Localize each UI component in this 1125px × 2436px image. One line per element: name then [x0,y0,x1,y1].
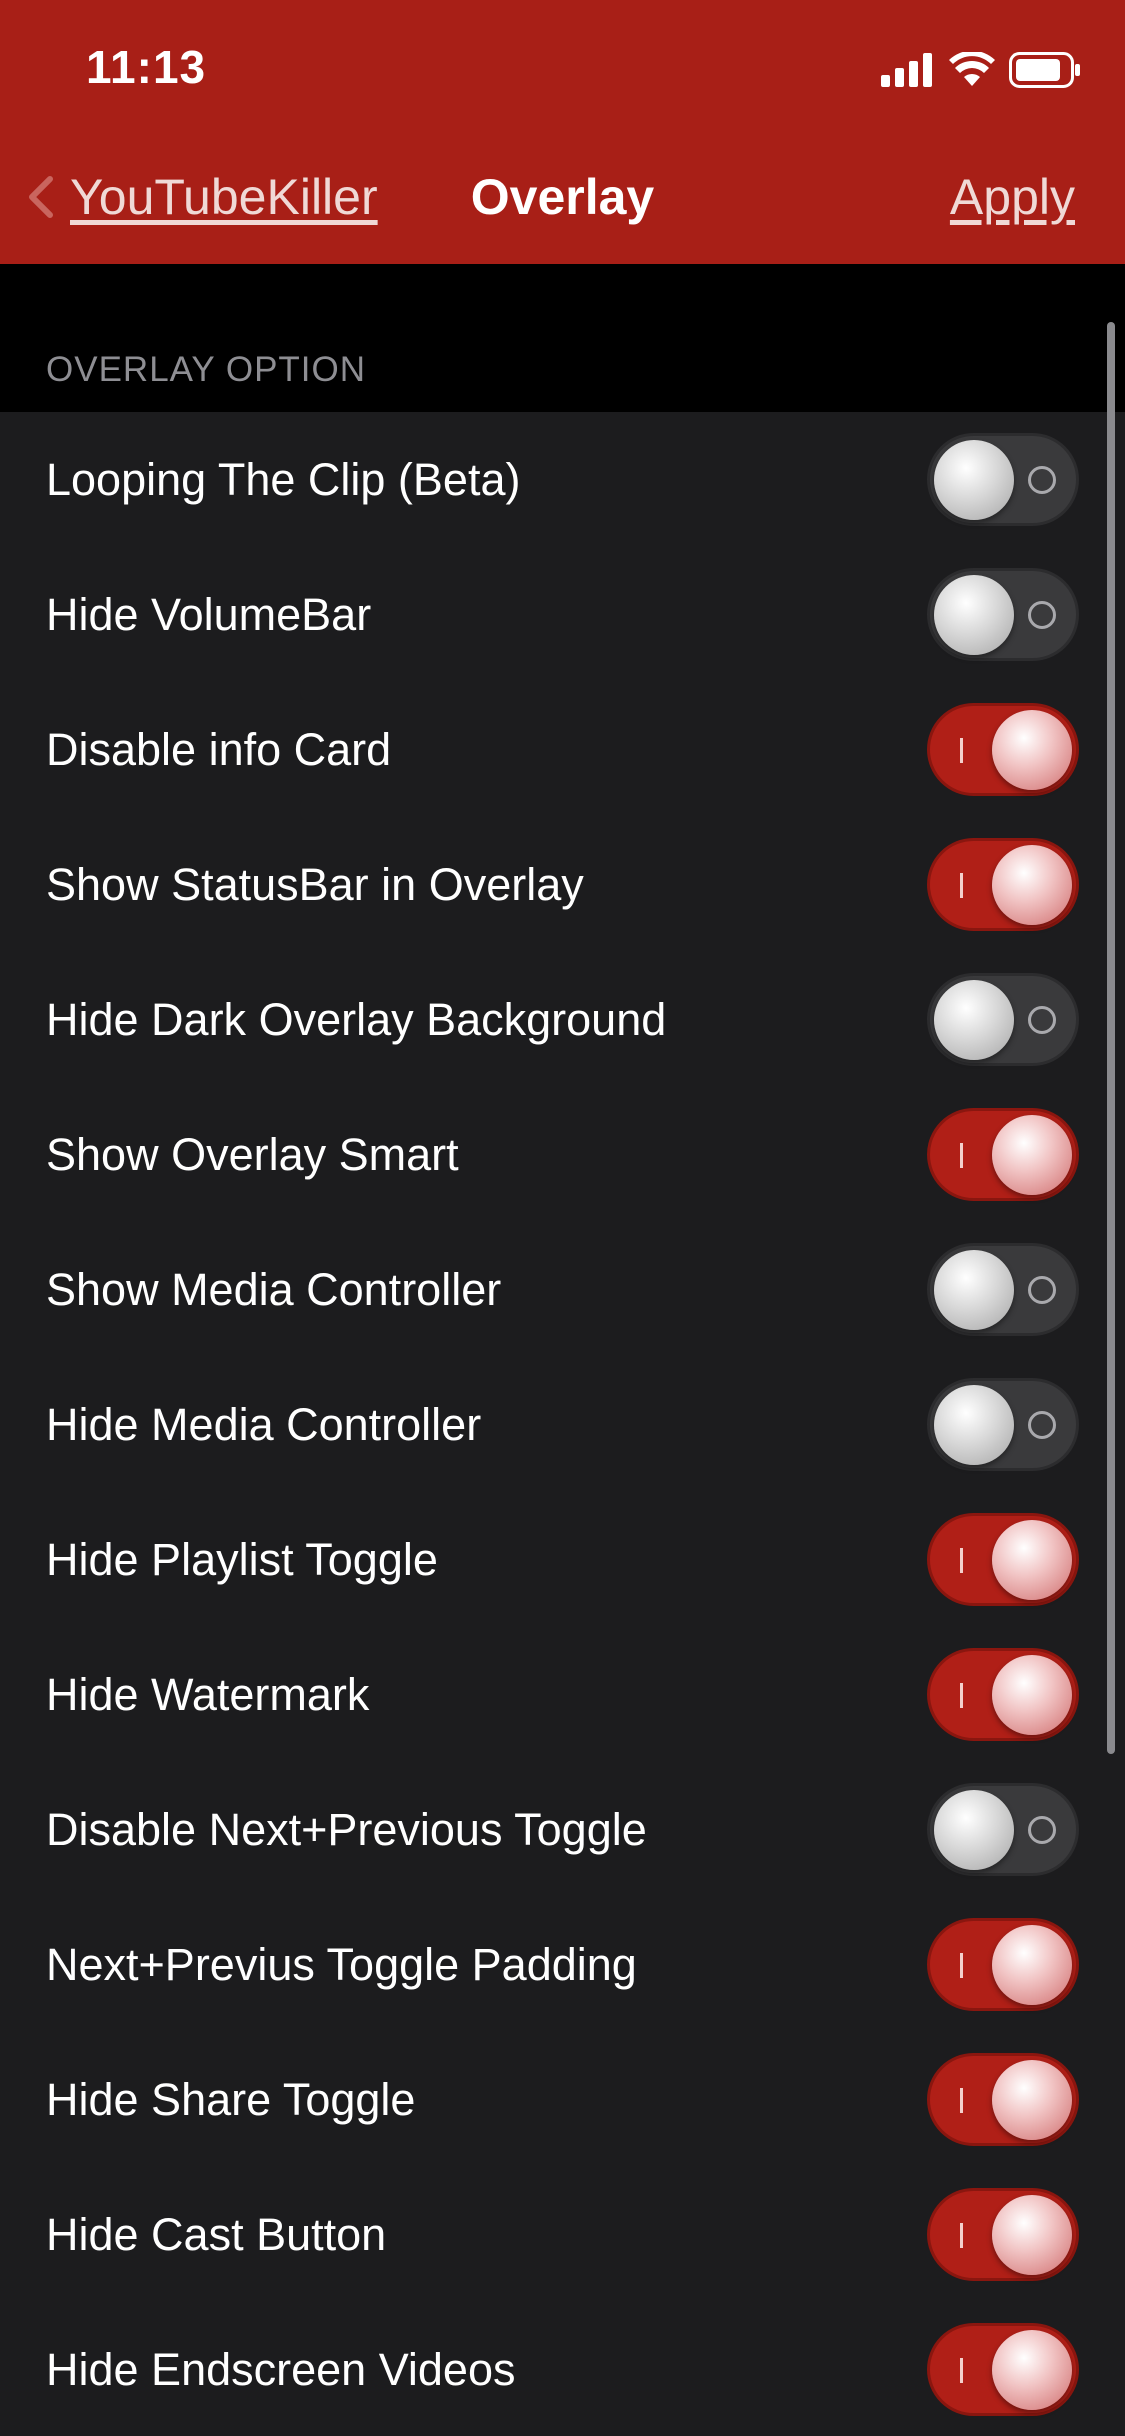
toggle-on-mark-icon [960,1953,963,1978]
toggle-on-mark-icon [960,873,963,898]
option-label: Hide Endscreen Videos [46,2343,516,2395]
status-icons [881,48,1081,92]
battery-icon [1009,52,1081,88]
toggle-on-mark-icon [960,2088,963,2113]
option-row[interactable]: Hide Cast Button [0,2167,1125,2302]
toggle-knob [992,1655,1072,1735]
option-toggle[interactable] [927,2053,1079,2146]
options-list: Looping The Clip (Beta) Hide VolumeBar D… [0,412,1125,2436]
toggle-off-mark-icon [1028,1411,1056,1439]
option-label: Disable Next+Previous Toggle [46,1803,647,1855]
option-toggle[interactable] [927,1378,1079,1471]
toggle-off-mark-icon [1028,1006,1056,1034]
option-label: Hide Cast Button [46,2208,387,2260]
option-row[interactable]: Show Media Controller [0,1222,1125,1357]
option-row[interactable]: Hide Media Controller [0,1357,1125,1492]
page-title-text: Overlay [470,169,655,225]
option-row[interactable]: Hide VolumeBar [0,547,1125,682]
toggle-knob [992,1520,1072,1600]
section-title: OVERLAY OPTION [46,350,367,389]
toggle-knob [992,2330,1072,2410]
scrollbar[interactable] [1107,322,1115,1754]
toggle-on-mark-icon [960,2223,963,2248]
toggle-knob [934,575,1014,655]
option-label: Hide Watermark [46,1668,370,1720]
signal-icon [881,53,935,87]
option-toggle[interactable] [927,568,1079,661]
option-toggle[interactable] [927,2188,1079,2281]
toggle-knob [992,2195,1072,2275]
option-label: Next+Previus Toggle Padding [46,1938,637,1990]
option-toggle[interactable] [927,1513,1079,1606]
toggle-off-mark-icon [1028,1276,1056,1304]
option-row[interactable]: Disable info Card [0,682,1125,817]
toggle-knob [934,440,1014,520]
option-label: Hide Playlist Toggle [46,1533,438,1585]
status-time: 11:13 [86,41,207,93]
option-row[interactable]: Show StatusBar in Overlay [0,817,1125,952]
option-label: Looping The Clip (Beta) [46,453,521,505]
option-toggle[interactable] [927,1783,1079,1876]
option-row[interactable]: Show Overlay Smart [0,1087,1125,1222]
option-toggle[interactable] [927,838,1079,931]
option-row[interactable]: Hide Watermark [0,1627,1125,1762]
toggle-on-mark-icon [960,1548,963,1573]
option-label: Hide VolumeBar [46,588,372,640]
toggle-off-mark-icon [1028,601,1056,629]
toggle-on-mark-icon [960,1143,963,1168]
option-row[interactable]: Hide Share Toggle [0,2032,1125,2167]
option-label: Show Media Controller [46,1263,502,1315]
option-toggle[interactable] [927,973,1079,1066]
option-toggle[interactable] [927,2323,1079,2416]
toggle-knob [934,1385,1014,1465]
option-row[interactable]: Looping The Clip (Beta) [0,412,1125,547]
option-row[interactable]: Hide Dark Overlay Background [0,952,1125,1087]
option-label: Disable info Card [46,723,392,775]
toggle-off-mark-icon [1028,466,1056,494]
section-header: OVERLAY OPTION [0,264,1125,412]
toggle-on-mark-icon [960,1683,963,1708]
toggle-knob [992,710,1072,790]
option-row[interactable]: Disable Next+Previous Toggle [0,1762,1125,1897]
option-label: Hide Dark Overlay Background [46,993,667,1045]
apply-button[interactable]: Apply [950,168,1075,226]
option-toggle[interactable] [927,1108,1079,1201]
toggle-on-mark-icon [960,738,963,763]
option-toggle[interactable] [927,1648,1079,1741]
option-toggle[interactable] [927,703,1079,796]
toggle-knob [992,2060,1072,2140]
option-row[interactable]: Hide Endscreen Videos [0,2302,1125,2436]
option-label: Show StatusBar in Overlay [46,858,584,910]
option-row[interactable]: Hide Playlist Toggle [0,1492,1125,1627]
option-label: Show Overlay Smart [46,1128,459,1180]
option-toggle[interactable] [927,1918,1079,2011]
option-label: Hide Share Toggle [46,2073,416,2125]
toggle-knob [992,1115,1072,1195]
option-label: Hide Media Controller [46,1398,482,1450]
toggle-knob [934,1250,1014,1330]
toggle-knob [934,1790,1014,1870]
toggle-knob [934,980,1014,1060]
toggle-knob [992,1925,1072,2005]
toggle-knob [992,845,1072,925]
navigation-header: 11:13 YouTubeKiller Overlay Apply [0,0,1125,264]
toggle-off-mark-icon [1028,1816,1056,1844]
option-toggle[interactable] [927,433,1079,526]
toggle-on-mark-icon [960,2358,963,2383]
wifi-icon [949,52,995,88]
option-toggle[interactable] [927,1243,1079,1336]
option-row[interactable]: Next+Previus Toggle Padding [0,1897,1125,2032]
